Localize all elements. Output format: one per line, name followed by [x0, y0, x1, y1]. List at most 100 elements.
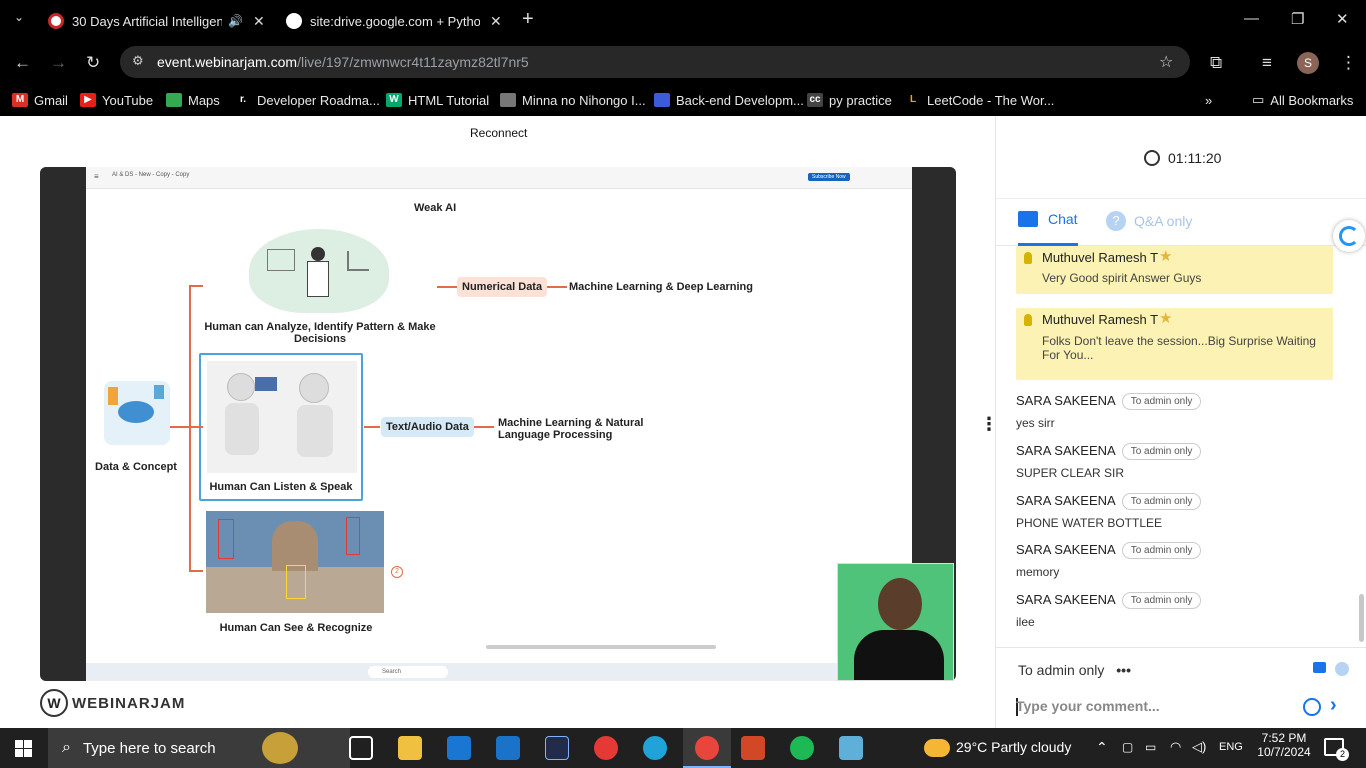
- restore-icon[interactable]: ❐: [1291, 10, 1304, 28]
- tab-title: 30 Days Artificial Intelligence: [72, 13, 222, 29]
- tab-search-chevron-icon[interactable]: ⌄: [14, 10, 24, 24]
- new-tab-icon[interactable]: +: [522, 8, 534, 31]
- bookmark-youtube[interactable]: ▶ YouTube: [80, 91, 153, 109]
- url-host: event.webinarjam.com: [157, 54, 298, 70]
- send-icon[interactable]: ›: [1330, 694, 1337, 717]
- mail-icon[interactable]: [496, 736, 520, 760]
- bookmark-html-tutorial[interactable]: W HTML Tutorial: [386, 91, 489, 109]
- bookmark-label: Minna no Nihongo I...: [522, 92, 646, 108]
- forward-icon[interactable]: →: [50, 53, 67, 73]
- start-tile: [15, 740, 23, 748]
- listen-speak-card: Human Can Listen & Speak: [199, 353, 363, 501]
- bookmark-label: LeetCode - The Wor...: [927, 92, 1055, 108]
- chrome-icon[interactable]: [695, 736, 719, 760]
- tab-qa-only[interactable]: ? Q&A only: [1106, 211, 1192, 231]
- profile-avatar[interactable]: S: [1297, 52, 1319, 74]
- listen-speak-illustration: [207, 361, 357, 473]
- menu-kebab-icon[interactable]: ⋮: [1340, 53, 1357, 73]
- bookmark-leetcode[interactable]: L LeetCode - The Wor...: [905, 91, 1054, 109]
- bookmark-gmail[interactable]: M Gmail: [12, 91, 68, 109]
- more-dots-icon[interactable]: •••: [1116, 662, 1131, 678]
- chart-bar-icon: [154, 385, 164, 399]
- time-text: 7:52 PM: [1261, 731, 1307, 745]
- chat-message: SARA SAKEENA To admin only PHONE WATER BO…: [1016, 492, 1346, 530]
- connector-line: [189, 570, 203, 572]
- start-tile: [24, 749, 32, 757]
- webinar-page: Reconnect ≡ AI & DS - New - Copy - Copy …: [0, 116, 1366, 728]
- reconnect-button[interactable]: Reconnect: [470, 126, 527, 140]
- slide-scrollbar: [486, 645, 716, 649]
- task-view-icon[interactable]: [349, 736, 373, 760]
- tray-network-icon[interactable]: ▢: [1122, 740, 1133, 754]
- detection-box-icon: [218, 519, 234, 559]
- windows-start-icon[interactable]: [15, 740, 32, 757]
- connector-line: [364, 426, 380, 428]
- site-settings-icon[interactable]: ⚙: [132, 53, 144, 69]
- tab-google-search[interactable]: site:drive.google.com + Python ✕: [286, 5, 502, 37]
- reload-icon[interactable]: ↻: [86, 53, 100, 73]
- tab-chat[interactable]: Chat: [1018, 211, 1078, 227]
- bookmark-minna-no-nihongo[interactable]: Minna no Nihongo I...: [500, 91, 646, 109]
- powerpoint-icon[interactable]: [741, 736, 765, 760]
- person-head-icon: [311, 247, 325, 261]
- battery-icon[interactable]: ▭: [1145, 740, 1156, 754]
- message-text: ilee: [1016, 615, 1035, 629]
- speaker-icon[interactable]: 🔊: [228, 14, 243, 28]
- ml-dl-leaf: Machine Learning & Deep Learning: [569, 281, 753, 293]
- chat-small-icon[interactable]: [1313, 662, 1326, 673]
- extensions-icon[interactable]: ⧉: [1210, 53, 1222, 73]
- edge-icon[interactable]: [643, 736, 667, 760]
- bookmark-py-practice[interactable]: cc py practice: [807, 91, 892, 109]
- tab-webinar[interactable]: 30 Days Artificial Intelligence 🔊 ✕: [48, 5, 265, 37]
- audience-selector[interactable]: To admin only •••: [1018, 662, 1131, 678]
- close-tab-icon[interactable]: ✕: [490, 13, 502, 30]
- more-bookmarks-icon[interactable]: »: [1205, 91, 1212, 109]
- microsoft-store-icon[interactable]: [447, 736, 471, 760]
- volume-icon[interactable]: ◁): [1192, 739, 1206, 755]
- emoji-icon[interactable]: [1303, 698, 1321, 716]
- bookmark-maps[interactable]: Maps: [166, 91, 220, 109]
- weather-text[interactable]: 29°C Partly cloudy: [956, 739, 1071, 755]
- connector-line: [170, 426, 190, 428]
- shared-search-box: Search: [368, 666, 448, 678]
- record-app-icon[interactable]: [594, 736, 618, 760]
- media-controls-icon[interactable]: ≡: [1262, 53, 1272, 73]
- youtube-icon: ▶: [80, 93, 96, 107]
- see-recognize-photo: [206, 511, 384, 613]
- taskbar-search[interactable]: ⌕ Type here to search: [48, 728, 350, 768]
- notification-count-badge: 2: [1336, 748, 1349, 761]
- comment-input[interactable]: Type your comment...: [1016, 698, 1160, 714]
- wifi-icon[interactable]: ◠: [1170, 739, 1181, 755]
- notepad-icon[interactable]: [839, 736, 863, 760]
- terminal-app-icon[interactable]: [545, 736, 569, 760]
- branch-listen-label: Human Can Listen & Speak: [209, 481, 353, 493]
- qa-small-icon[interactable]: [1335, 662, 1349, 676]
- message-text: memory: [1016, 565, 1060, 579]
- slide-app-toolbar: ≡ AI & DS - New - Copy - Copy Subscribe …: [86, 167, 912, 189]
- star-icon: ★: [1159, 310, 1173, 327]
- file-explorer-icon[interactable]: [398, 736, 422, 760]
- close-tab-icon[interactable]: ✕: [253, 13, 265, 30]
- visibility-badge: To admin only: [1121, 542, 1202, 559]
- spotify-icon[interactable]: [790, 736, 814, 760]
- chat-scrollbar[interactable]: [1359, 594, 1364, 642]
- chat-message: SARA SAKEENA To admin only memory: [1016, 541, 1346, 579]
- close-window-icon[interactable]: ✕: [1336, 10, 1349, 28]
- url-text[interactable]: event.webinarjam.com/live/197/zmwnwcr4t1…: [157, 54, 529, 70]
- webinar-favicon-icon: [48, 13, 64, 29]
- all-bookmarks[interactable]: ▭ All Bookmarks: [1252, 91, 1353, 109]
- shared-screen-taskbar: Search: [86, 663, 912, 681]
- maps-icon: [166, 93, 182, 107]
- chart-bar-icon: [108, 387, 118, 405]
- bookmark-star-icon[interactable]: ☆: [1159, 52, 1173, 72]
- address-bar[interactable]: ⚙ event.webinarjam.com/live/197/zmwnwcr4…: [120, 46, 1190, 78]
- language-indicator[interactable]: ENG: [1219, 741, 1243, 753]
- back-icon[interactable]: ←: [14, 53, 31, 73]
- bookmark-developer-roadmap[interactable]: r. Developer Roadma...: [235, 91, 380, 109]
- video-player[interactable]: ≡ AI & DS - New - Copy - Copy Subscribe …: [40, 167, 956, 681]
- clock[interactable]: 7:52 PM 10/7/2024: [1256, 731, 1312, 759]
- tray-chevron-icon[interactable]: ⌃: [1096, 739, 1108, 756]
- minimize-icon[interactable]: —: [1244, 10, 1259, 27]
- bookmark-back-end[interactable]: Back-end Developm...: [654, 91, 804, 109]
- tab-title: site:drive.google.com + Python: [310, 13, 480, 29]
